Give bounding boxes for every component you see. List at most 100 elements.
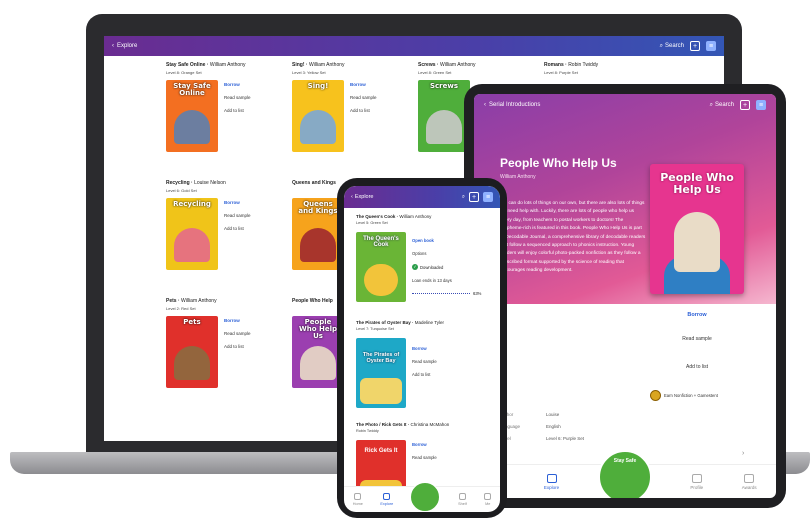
tablet-top-bar: ‹ Serial Introductions ⌕ Search + ≡ [474,94,776,116]
book-cover[interactable]: The Queen's Cook [356,232,406,302]
add-icon[interactable]: + [690,41,700,51]
book-title: Romans [544,62,564,68]
cover-title: People Who Help Us [299,318,337,340]
cover-title: Queens and Kings [298,200,338,215]
list-item[interactable]: The Queen's Cook · William Anthony Level… [356,214,496,328]
book-card[interactable]: Stay Safe Online · William Anthony Level… [166,62,296,177]
menu-icon[interactable]: ≡ [756,100,766,110]
book-card[interactable]: Pets · William Anthony Level 2: Red Set … [166,298,296,413]
cover-photo [300,110,336,144]
add-to-list-button[interactable]: Add to list [224,108,251,113]
nav-explore[interactable]: Explore [380,493,393,506]
add-to-list-button[interactable]: Add to list [224,344,251,349]
back-button[interactable]: ‹ Serial Introductions [484,102,540,108]
book-cover[interactable]: Sing! [292,80,344,152]
borrow-button[interactable]: Borrow [224,82,251,87]
cover-title: Recycling [173,200,211,208]
menu-icon[interactable]: ≡ [706,41,716,51]
add-icon[interactable]: + [469,192,479,202]
cover-title: Pets [183,318,201,326]
chevron-right-icon[interactable]: › [742,450,744,457]
nav-explore[interactable]: Explore [544,473,559,490]
borrow-button[interactable]: Borrow [224,318,251,323]
book-level: Level 2: Red Set [166,306,196,311]
add-to-list-button[interactable]: Add to list [412,372,437,377]
book-author: Robin Twiddy [568,62,599,68]
book-level: Level 6: Gold Set [166,188,197,193]
book-cover[interactable]: Screws [418,80,470,152]
borrow-button[interactable]: Borrow [412,346,437,351]
cover-photo [300,228,336,262]
cover-photo [364,264,398,296]
back-label: Serial Introductions [489,102,541,108]
add-to-list-button[interactable]: Add to list [224,226,251,231]
book-title: Pets [166,298,177,304]
add-icon[interactable]: + [740,100,750,110]
search-icon[interactable]: ⌕ [462,194,465,201]
nav-awards[interactable]: Awards [742,473,757,490]
earn-badge: Earn Nonfiction + Gamestent [650,390,718,401]
book-author: William Anthony [399,214,432,219]
book-title: Sing! [292,62,305,68]
person-icon [691,473,702,483]
cover-title: Screws [429,82,459,90]
reading-progress: 63% [412,291,481,296]
nav-profile[interactable]: Profile [690,473,703,490]
current-book-button[interactable]: Stay Safe [598,450,652,498]
read-sample-button[interactable]: Read sample [412,455,437,460]
book-card[interactable]: Recycling · Louise Nelson Level 6: Gold … [166,180,296,295]
book-author: Madeline Tyler [414,320,444,325]
borrow-button[interactable]: Borrow [224,200,251,205]
search-button[interactable]: ⌕ Search [660,43,684,50]
book-title: Stay Safe Online [166,62,206,68]
borrow-button[interactable]: Borrow [687,312,706,318]
read-sample-button[interactable]: Read sample [224,95,251,100]
book-cover[interactable]: Pets [166,316,218,388]
read-sample-button[interactable]: Read sample [350,95,377,100]
menu-icon[interactable]: ≡ [483,192,493,202]
book-title: Recycling [166,180,190,186]
add-to-list-button[interactable]: Add to list [350,108,377,113]
book-description: We can do lots of things on our own, but… [500,201,646,274]
read-sample-button[interactable]: Read sample [224,213,251,218]
chevron-left-icon: ‹ [484,102,486,108]
binoculars-icon [546,473,557,483]
book-author: William Anthony [500,174,536,180]
book-title: The Pirates of Oyster Bay [356,320,411,325]
nav-shelf[interactable]: Shelf [458,493,467,506]
options-button[interactable]: Options [412,251,481,256]
search-button[interactable]: ⌕ Search [710,102,734,109]
list-item[interactable]: The Photo / Rick Gets It · Christina McM… [356,422,496,486]
cover-photo [300,346,336,380]
book-cover[interactable]: Rick Gets It [356,440,406,486]
meta-value: Louise [546,412,560,417]
open-book-button[interactable]: Open book [412,238,481,243]
book-metadata: Author Louise Language English Level Lev… [500,412,626,441]
device-mockup-scene: ‹ Explore ⌕ Search + ≡ Stay Safe Online … [0,0,812,519]
current-book-title: Stay Safe [613,458,637,464]
add-to-list-button[interactable]: Add to list [653,360,741,374]
read-sample-button[interactable]: Read sample [653,332,741,346]
borrow-button[interactable]: Borrow [412,442,437,447]
book-cover[interactable]: The Pirates of Oyster Bay [356,338,406,408]
borrow-button[interactable]: Borrow [350,82,377,87]
list-item[interactable]: The Pirates of Oyster Bay · Madeline Tyl… [356,320,496,420]
book-cover[interactable]: Stay Safe Online [166,80,218,152]
phone-screen: ‹ Explore ⌕ + ≡ The Queen's Cook · Willi… [344,186,500,512]
cover-photo [174,110,210,144]
back-button[interactable]: ‹ Explore [112,43,137,49]
book-card[interactable]: Sing! · William Anthony Level 3: Yellow … [292,62,422,177]
back-button[interactable]: ‹ Explore [351,194,374,200]
read-sample-button[interactable]: Read sample [224,331,251,336]
read-sample-button[interactable]: Read sample [412,359,437,364]
current-book-button[interactable] [410,482,440,512]
nav-me[interactable]: Me [484,493,492,506]
book-cover[interactable]: Recycling [166,198,218,270]
nav-home[interactable]: Home [353,493,363,506]
medal-icon [650,390,661,401]
book-cover[interactable]: People Who Help Us [650,164,744,294]
home-icon [354,493,362,500]
binoculars-icon [383,493,391,500]
book-title: Screws [418,62,436,68]
search-label: Search [714,102,734,108]
